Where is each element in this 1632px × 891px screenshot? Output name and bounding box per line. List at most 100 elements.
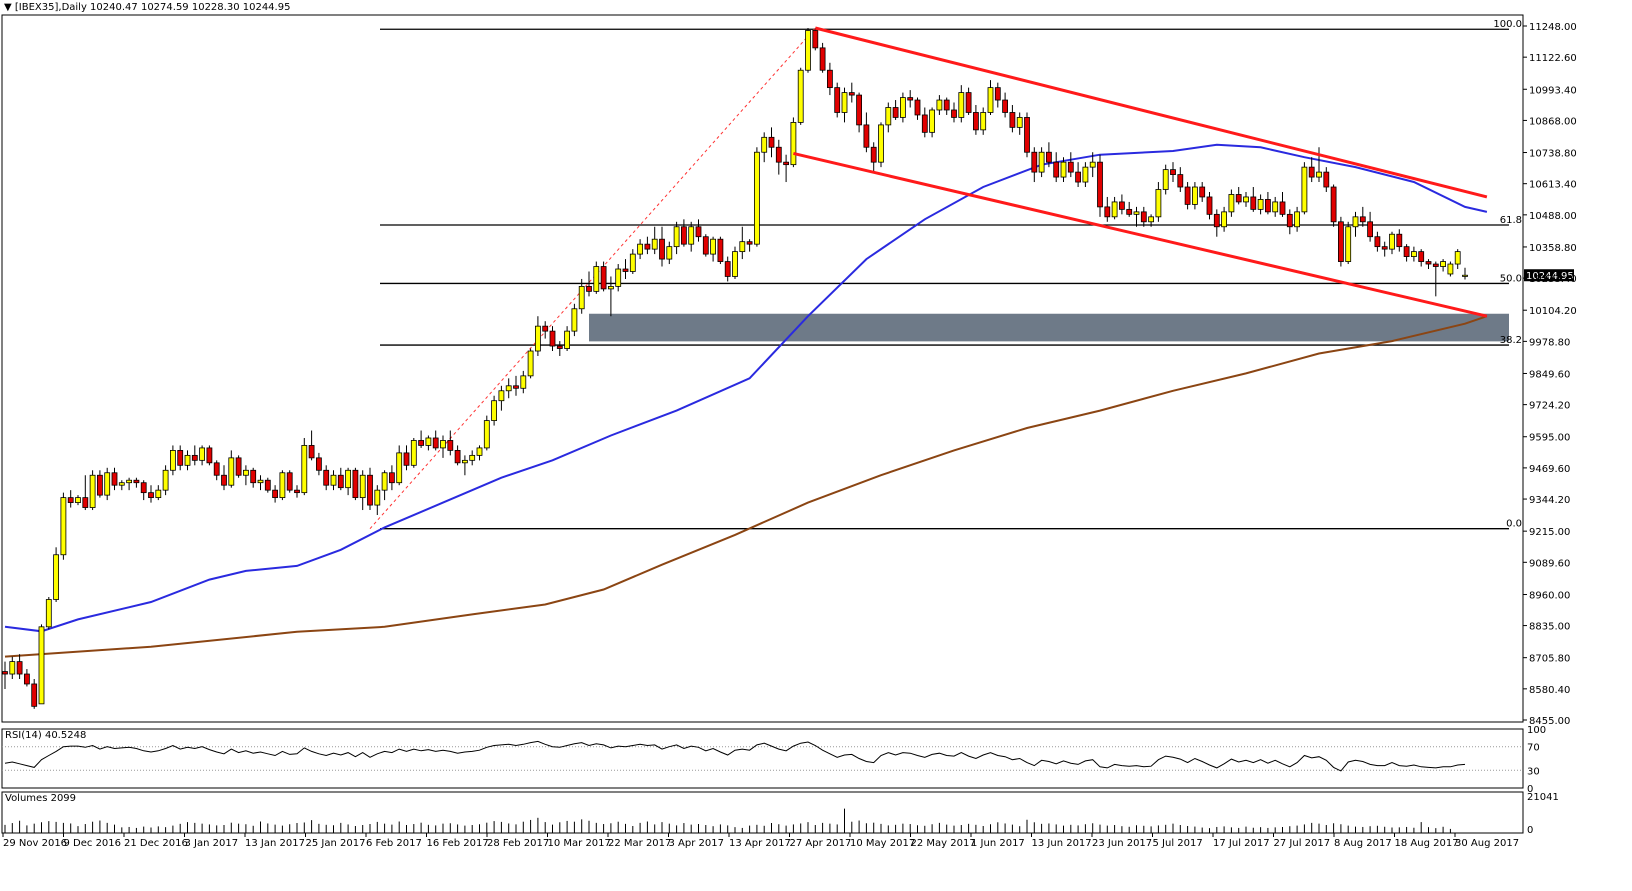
y-tick-label: 10233.40 <box>1529 274 1577 285</box>
x-tick-label: 30 Aug 2017 <box>1455 838 1519 849</box>
candle-bear <box>724 261 731 277</box>
fib-level-label: 38.2 <box>1500 335 1522 346</box>
candle-bull <box>126 479 132 484</box>
candle-bear <box>1053 161 1060 178</box>
candle-bull <box>301 445 308 494</box>
candle-bull <box>790 122 797 166</box>
y-tick-label: 10868.00 <box>1529 116 1577 127</box>
candle-bear <box>973 112 979 131</box>
candle-bear <box>447 440 454 451</box>
x-tick-label: 3 Jan 2017 <box>185 838 239 849</box>
candle-bear <box>783 161 789 166</box>
y-tick-label: 10993.40 <box>1529 85 1577 96</box>
candle-bull <box>578 286 585 310</box>
candle-bull <box>629 253 636 272</box>
candle-bear <box>294 489 300 494</box>
candle-bear <box>834 87 841 113</box>
candle-bear <box>622 268 629 272</box>
candle-bull <box>359 474 366 499</box>
x-tick-label: 17 Jul 2017 <box>1213 838 1270 849</box>
candle-bear <box>1177 174 1184 188</box>
chart-canvas[interactable]: 100.061.850.038.20.010244.9511248.001112… <box>0 0 1632 887</box>
candle-bear <box>863 124 870 148</box>
candle-bear <box>1170 169 1176 175</box>
y-tick-label: 9344.20 <box>1529 495 1570 506</box>
chart-title: [IBEX35],Daily 10240.47 10274.59 10228.3… <box>14 2 291 13</box>
x-tick-label: 22 Mar 2017 <box>608 838 671 849</box>
y-tick-label: 9089.60 <box>1529 558 1570 569</box>
candle-bear <box>388 472 395 484</box>
candle-bear <box>1119 201 1125 210</box>
candle-bull <box>1133 211 1140 215</box>
candle-bull <box>476 447 483 456</box>
candle-bull <box>1155 189 1162 218</box>
x-tick-label: 21 Dec 2016 <box>124 838 188 849</box>
candle-bear <box>235 457 242 476</box>
y-tick-label: 10488.00 <box>1529 211 1577 222</box>
candle-bull <box>1272 201 1279 213</box>
candle-bear <box>768 136 775 148</box>
y-tick-label: 11122.60 <box>1529 53 1577 64</box>
candle-bull <box>987 87 994 113</box>
volume-tick-label: 21041 <box>1527 792 1559 803</box>
candle-bear <box>1330 186 1337 223</box>
rsi-label: RSI(14) 40.5248 <box>5 730 86 741</box>
candle-bear <box>746 241 753 245</box>
candle-bear <box>542 325 549 332</box>
candle-bear <box>16 661 23 675</box>
fib-level-label: 50.0 <box>1500 273 1522 284</box>
candle-bear <box>97 474 103 496</box>
y-tick-label: 10738.80 <box>1529 149 1577 160</box>
candle-bear <box>681 226 687 245</box>
candle-bear <box>600 266 607 290</box>
candle-bear <box>965 92 972 113</box>
x-tick-label: 13 Jun 2017 <box>1032 838 1092 849</box>
candle-bull <box>1038 151 1045 173</box>
candle-bull <box>666 246 673 260</box>
fib-level-label: 100.0 <box>1493 19 1522 30</box>
candle-bear <box>812 30 819 49</box>
rsi-tick-label: 100 <box>1527 725 1546 736</box>
candle-bull <box>593 266 600 292</box>
candle-bull <box>38 626 45 705</box>
candle-bear <box>1002 99 1008 113</box>
triangle-down-icon[interactable]: ▼ <box>4 2 12 13</box>
candle-bear <box>286 472 293 491</box>
candle-bear <box>921 114 928 133</box>
x-tick-label: 10 Mar 2017 <box>548 838 611 849</box>
candle-bull <box>491 400 498 421</box>
candle-bear <box>775 146 782 163</box>
candle-bear <box>914 99 921 116</box>
candle-bull <box>732 251 738 277</box>
candle-bull <box>1454 251 1461 265</box>
y-tick-label: 9978.80 <box>1529 337 1570 348</box>
candle-bear <box>140 482 147 494</box>
candle-bear <box>403 452 410 466</box>
candle-bull <box>483 420 490 449</box>
candle-bull <box>761 136 768 153</box>
candle-bear <box>1140 211 1147 223</box>
candle-bull <box>75 497 81 503</box>
candle-bear <box>1024 117 1030 153</box>
candle-bear <box>352 469 359 499</box>
candle-bear <box>549 330 556 347</box>
candle-bull <box>936 99 943 111</box>
candle-bull <box>1089 161 1096 168</box>
candle-bull <box>279 472 286 499</box>
candle-bull <box>498 390 505 402</box>
candle-bear <box>702 236 709 255</box>
candle-bear <box>1265 199 1271 213</box>
candle-bear <box>264 479 271 491</box>
candle-bear <box>856 94 862 126</box>
y-tick-label: 11248.00 <box>1529 22 1577 33</box>
candle-bull <box>1162 169 1169 190</box>
main-panel-frame <box>1 14 1524 723</box>
candle-bull <box>53 554 59 600</box>
candle-bear <box>308 445 315 459</box>
candle-bull <box>1440 261 1446 267</box>
x-tick-label: 23 Jun 2017 <box>1092 838 1152 849</box>
candle-bull <box>1345 226 1352 262</box>
candle-bear <box>191 454 198 461</box>
chart-window[interactable]: ▼ [IBEX35],Daily 10240.47 10274.59 10228… <box>0 0 1632 887</box>
candle-bull <box>527 350 534 377</box>
